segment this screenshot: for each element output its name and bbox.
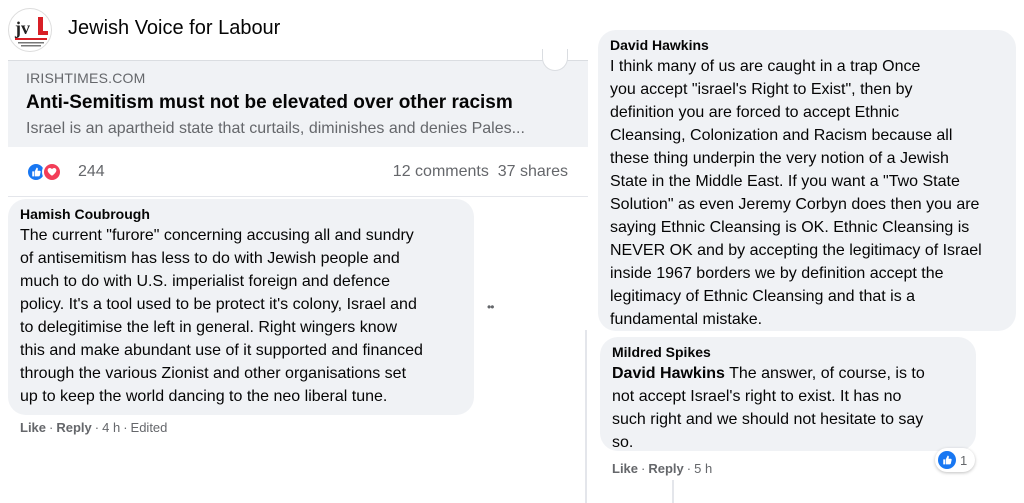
share-badge: [542, 49, 568, 71]
comment-line: through the various Zionist and other or…: [20, 365, 407, 382]
link-preview-card[interactable]: IRISHTIMES.COM Anti-Semitism must not be…: [8, 49, 588, 147]
reactions-bar: 244 12 comments 37 shares: [8, 147, 588, 197]
comment-line: Solution" as even Jeremy Corbyn does the…: [610, 196, 980, 213]
comment-line: legitimacy of Ethnic Cleansing and that …: [610, 288, 916, 305]
comment-text: David Hawkins The answer, of course, is …: [612, 362, 964, 454]
reaction-count[interactable]: 244: [78, 163, 105, 181]
comment-timestamp[interactable]: 4 h: [102, 420, 120, 435]
post-header: jv Jewish Voice for Labour: [0, 0, 590, 60]
comment-bubble-hamish: Hamish Coubrough The current "furore" co…: [8, 199, 474, 415]
link-domain: IRISHTIMES.COM: [26, 70, 146, 86]
comment-author[interactable]: Hamish Coubrough: [20, 206, 462, 222]
comment-bubble-mildred: Mildred Spikes David Hawkins The answer,…: [600, 337, 976, 451]
comment-line: you accept "israel's Right to Exist", th…: [610, 81, 913, 98]
comments-count[interactable]: 12 comments: [393, 163, 489, 180]
svg-text:jv: jv: [14, 18, 30, 38]
comment-line: saying Ethnic Cleansing is OK. Ethnic Cl…: [610, 219, 970, 236]
reply-thread-line: [672, 480, 674, 503]
comment-reaction-badge[interactable]: 1: [935, 448, 976, 472]
comment-line: Cleansing, Colonization and Racism becau…: [610, 127, 953, 144]
comment-text: I think many of us are caught in a trap …: [610, 55, 1004, 331]
comment-author[interactable]: David Hawkins: [610, 37, 1004, 53]
comment-line: The current "furore" concerning accusing…: [20, 227, 414, 244]
comment-text: The current "furore" concerning accusing…: [20, 224, 462, 408]
reply-button[interactable]: Reply: [56, 420, 91, 435]
comment-line: this and make abundant use of it support…: [20, 342, 423, 359]
group-logo[interactable]: jv: [8, 8, 52, 52]
comment-timestamp[interactable]: 5 h: [694, 461, 712, 476]
comment-line: to delegitimise the left in general. Rig…: [20, 319, 398, 336]
comment-line: inside 1967 borders we by definition acc…: [610, 265, 944, 282]
reply-button[interactable]: Reply: [648, 461, 683, 476]
comment-line-rest: The answer, of course, is to: [724, 365, 925, 382]
reaction-count: 1: [960, 452, 968, 468]
comment-line: David Hawkins The answer, of course, is …: [612, 362, 964, 385]
comment-bubble-david: David Hawkins I think many of us are cau…: [598, 30, 1016, 331]
comment-line: so.: [612, 434, 634, 451]
comment-line: I think many of us are caught in a trap …: [610, 58, 921, 75]
comment-line: these thing underpin the very notion of …: [610, 150, 949, 167]
comment-line: definition you are forced to accept Ethn…: [610, 104, 900, 121]
mention-tag[interactable]: David Hawkins: [612, 365, 725, 382]
edited-label: Edited: [130, 420, 168, 435]
like-button[interactable]: Like: [612, 461, 638, 476]
comment-line: such right and we should not hesitate to…: [612, 411, 924, 428]
comment-line: up to keep the world dancing to the neo …: [20, 388, 388, 405]
comment-author[interactable]: Mildred Spikes: [612, 344, 964, 360]
love-icon: [42, 162, 62, 182]
comment-line: policy. It's a tool used to be protect i…: [20, 296, 417, 313]
comment-line: not accept Israel's right to exist. It h…: [612, 388, 902, 405]
reply-thread-line: [585, 330, 587, 503]
shares-count[interactable]: 37 shares: [498, 163, 568, 180]
comment-actions-mildred: Like · Reply · 5 h: [612, 461, 713, 476]
like-icon: [938, 451, 956, 469]
comment-actions-hamish: Like · Reply · 4 h · Edited: [20, 420, 168, 435]
like-button[interactable]: Like: [20, 420, 46, 435]
group-name[interactable]: Jewish Voice for Labour: [68, 17, 280, 40]
reaction-icons[interactable]: [26, 162, 66, 182]
comment-options-icon[interactable]: ••: [487, 300, 494, 314]
comment-line: of antisemitism has less to do with Jewi…: [20, 250, 400, 267]
link-description: Israel is an apartheid state that curtai…: [26, 120, 525, 137]
comment-line: State in the Middle East. If you want a …: [610, 173, 960, 190]
comment-line: much to do with U.S. imperialist foreign…: [20, 273, 390, 290]
comments-shares: 12 comments 37 shares: [393, 163, 568, 181]
link-title[interactable]: Anti-Semitism must not be elevated over …: [26, 92, 513, 114]
comment-line: NEVER OK and by accepting the legitimacy…: [610, 242, 982, 259]
comment-line: fundamental mistake.: [610, 311, 763, 328]
